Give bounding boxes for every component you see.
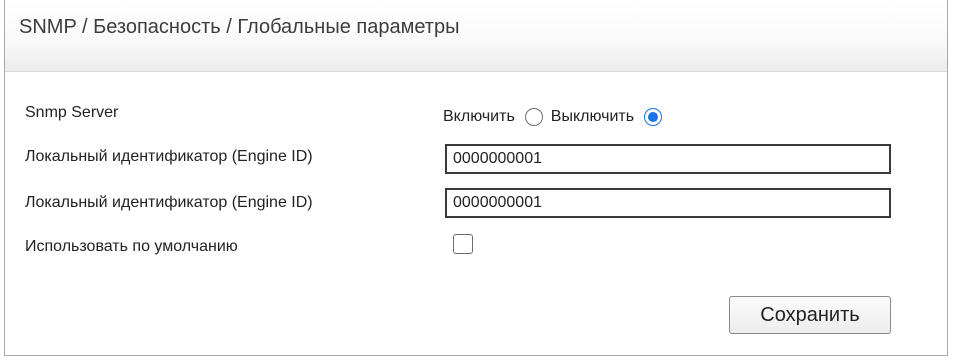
- disable-radio[interactable]: [644, 108, 663, 126]
- snmp-server-label: Snmp Server: [25, 104, 119, 121]
- engine-id-input-2[interactable]: [445, 188, 891, 218]
- use-default-label: Использовать по умолчанию: [25, 238, 238, 255]
- engine-id-label: Локальный идентификатор (Engine ID): [25, 148, 313, 165]
- enable-radio-label: Включить: [443, 108, 515, 125]
- panel-header: SNMP / Безопасность / Глобальные парамет…: [5, 0, 947, 72]
- engine-id-label-2: Локальный идентификатор (Engine ID): [25, 194, 313, 211]
- disable-radio-label: Выключить: [550, 108, 635, 125]
- snmp-server-radio-group: Включить Выключить: [443, 104, 670, 130]
- enable-radio[interactable]: [524, 108, 543, 126]
- settings-panel: SNMP / Безопасность / Глобальные парамет…: [4, 0, 948, 356]
- page-title: SNMP / Безопасность / Глобальные парамет…: [19, 16, 460, 38]
- save-button[interactable]: Сохранить: [729, 296, 891, 334]
- use-default-checkbox[interactable]: [453, 234, 473, 254]
- engine-id-input[interactable]: [445, 144, 891, 174]
